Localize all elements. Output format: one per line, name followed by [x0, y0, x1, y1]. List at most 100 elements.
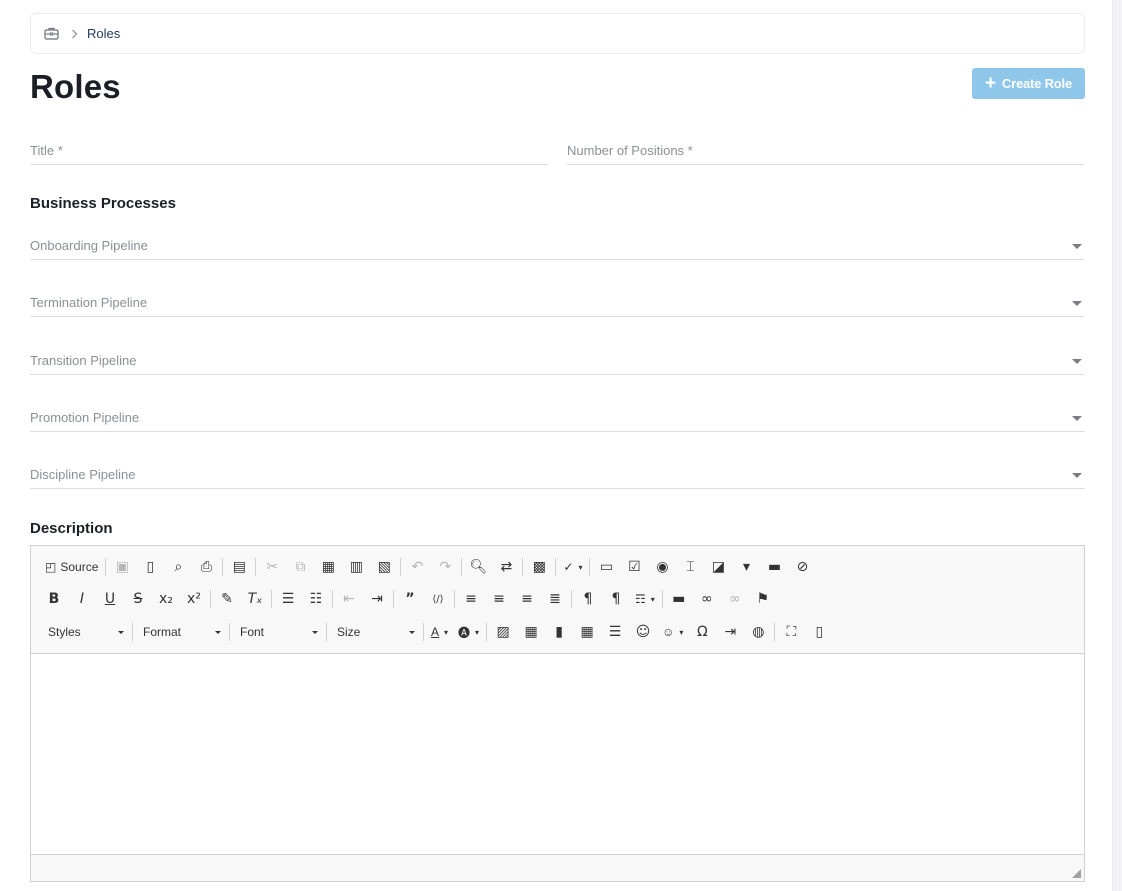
maximize-icon[interactable]: ⛶ — [777, 619, 805, 645]
templates-icon[interactable]: ▤ — [225, 554, 253, 580]
checkbox-icon[interactable]: ☑ — [620, 554, 648, 580]
align-right-icon[interactable]: ≡ — [513, 586, 541, 612]
horizontal-rule-icon[interactable]: ☰ — [601, 619, 629, 645]
toolbar-separator — [400, 558, 402, 576]
dropdown-arrow-icon — [215, 630, 221, 634]
table-icon[interactable]: ▦ — [573, 619, 601, 645]
div-container-icon[interactable]: ⟨/⟩ — [424, 586, 452, 612]
textarea-icon[interactable]: ◪ — [704, 554, 732, 580]
underline-icon[interactable]: U — [96, 586, 124, 612]
flash-icon[interactable]: ▦ — [517, 619, 545, 645]
textfield-icon[interactable]: ⌶ — [676, 554, 704, 580]
undo-icon[interactable]: ↶ — [403, 554, 431, 580]
form-icon[interactable]: ▭ — [592, 554, 620, 580]
bold-icon[interactable]: B — [40, 586, 68, 612]
spellcheck-button[interactable]: ✓ ▾ — [558, 554, 587, 580]
emoji-button[interactable]: ☺ ▾ — [657, 619, 688, 645]
rtl-icon[interactable]: ¶ — [602, 586, 630, 612]
chevron-down-icon — [1072, 301, 1082, 306]
select-all-icon[interactable]: ▩ — [525, 554, 553, 580]
bulleted-list-icon[interactable]: ☷ — [302, 586, 330, 612]
chevron-down-icon — [1072, 416, 1082, 421]
smiley-icon[interactable]: ☺ — [629, 619, 657, 645]
styles-dropdown[interactable]: Styles — [40, 620, 130, 644]
iframe-icon[interactable]: ◍ — [744, 619, 772, 645]
termination-pipeline-select[interactable]: Termination Pipeline — [30, 291, 1085, 317]
title-field[interactable]: Title * — [30, 139, 549, 165]
show-blocks-icon[interactable]: ▯ — [805, 619, 833, 645]
background-color-button[interactable]: 🅐︎ ▾ — [453, 619, 484, 645]
description-heading: Description — [30, 520, 113, 537]
create-role-button[interactable]: + Create Role — [972, 68, 1085, 99]
align-center-icon[interactable]: ≡ — [485, 586, 513, 612]
promotion-pipeline-select[interactable]: Promotion Pipeline — [30, 406, 1085, 432]
superscript-icon[interactable]: x² — [180, 586, 208, 612]
positions-placeholder: Number of Positions * — [567, 143, 693, 158]
save-icon[interactable]: ▣ — [108, 554, 136, 580]
rich-text-editor: ◰ Source ▣ ▯ ⌕ ⎙ ▤ ✂ ⧉ ▦ ▥ ▧ ↶ ↷ 🔍︎ ⇄ ▩ … — [30, 545, 1085, 882]
source-button[interactable]: ◰ Source — [40, 554, 103, 580]
paste-word-icon[interactable]: ▧ — [370, 554, 398, 580]
numbered-list-icon[interactable]: ☰ — [274, 586, 302, 612]
copy-icon[interactable]: ⧉ — [286, 554, 314, 580]
chart-icon[interactable]: ▮ — [545, 619, 573, 645]
outdent-icon[interactable]: ⇤ — [335, 586, 363, 612]
toolbar-separator — [454, 590, 455, 608]
toolbar-separator — [255, 558, 257, 576]
remove-format-icon[interactable]: Tₓ — [241, 586, 269, 612]
language-button[interactable]: ☶ ▾ — [630, 586, 660, 612]
print-icon[interactable]: ⎙ — [192, 554, 220, 580]
page-break-icon[interactable]: ⇥ — [716, 619, 744, 645]
business-processes-heading: Business Processes — [30, 195, 176, 212]
editor-content-area[interactable] — [31, 654, 1084, 854]
unlink-icon[interactable]: ∞ — [721, 586, 749, 612]
hidden-field-icon[interactable]: ⊘ — [788, 554, 816, 580]
link-box-icon[interactable]: ▬ — [665, 586, 693, 612]
emoji-icon: ☺ — [662, 625, 675, 639]
source-label: Source — [60, 560, 99, 574]
onboarding-pipeline-select[interactable]: Onboarding Pipeline — [30, 234, 1085, 260]
preview-icon[interactable]: ⌕ — [164, 554, 192, 580]
italic-icon[interactable]: I — [68, 586, 96, 612]
ltr-icon[interactable]: ¶ — [574, 586, 602, 612]
copy-formatting-icon[interactable]: ✎ — [213, 586, 241, 612]
briefcase-icon[interactable] — [44, 27, 60, 41]
subscript-icon[interactable]: x₂ — [152, 586, 180, 612]
toolbar-separator — [589, 558, 591, 576]
link-icon[interactable]: ∞ — [693, 586, 721, 612]
radio-icon[interactable]: ◉ — [648, 554, 676, 580]
indent-icon[interactable]: ⇥ — [363, 586, 391, 612]
toolbar-separator — [661, 590, 663, 608]
strikethrough-icon[interactable]: S — [124, 586, 152, 612]
discipline-pipeline-select[interactable]: Discipline Pipeline — [30, 463, 1085, 489]
image-icon[interactable]: ▨ — [489, 619, 517, 645]
align-left-icon[interactable]: ≡ — [457, 586, 485, 612]
format-dropdown[interactable]: Format — [135, 620, 227, 644]
size-dropdown[interactable]: Size — [329, 620, 421, 644]
new-page-icon[interactable]: ▯ — [136, 554, 164, 580]
paste-text-icon[interactable]: ▥ — [342, 554, 370, 580]
button-field-icon[interactable]: ▬ — [760, 554, 788, 580]
toolbar-separator — [486, 623, 488, 641]
justify-icon[interactable]: ≣ — [541, 586, 569, 612]
number-of-positions-field[interactable]: Number of Positions * — [567, 139, 1085, 165]
dropdown-arrow-icon: ▾ — [650, 594, 655, 604]
cut-icon[interactable]: ✂ — [258, 554, 286, 580]
select-field-icon[interactable]: ▾ — [732, 554, 760, 580]
text-color-button[interactable]: A ▾ — [426, 619, 453, 645]
blockquote-icon[interactable]: ” — [396, 586, 424, 612]
resize-handle-icon[interactable] — [1071, 868, 1081, 878]
language-icon: ☶ — [635, 592, 646, 606]
onboarding-pipeline-label: Onboarding Pipeline — [30, 238, 148, 253]
paste-icon[interactable]: ▦ — [314, 554, 342, 580]
text-color-icon: A — [431, 625, 440, 639]
special-char-icon[interactable]: Ω — [688, 619, 716, 645]
toolbar-row-2: B I U S x₂ x² ✎ Tₓ ☰ ☷ ⇤ ⇥ ” ⟨/⟩ ≡ ≡ ≡ ≣… — [40, 585, 777, 613]
create-role-label: Create Role — [1001, 76, 1072, 91]
transition-pipeline-select[interactable]: Transition Pipeline — [30, 349, 1085, 375]
replace-icon[interactable]: ⇄ — [492, 554, 520, 580]
redo-icon[interactable]: ↷ — [431, 554, 459, 580]
find-icon[interactable]: 🔍︎ — [464, 554, 492, 580]
anchor-icon[interactable]: ⚑ — [749, 586, 777, 612]
font-dropdown[interactable]: Font — [232, 620, 324, 644]
